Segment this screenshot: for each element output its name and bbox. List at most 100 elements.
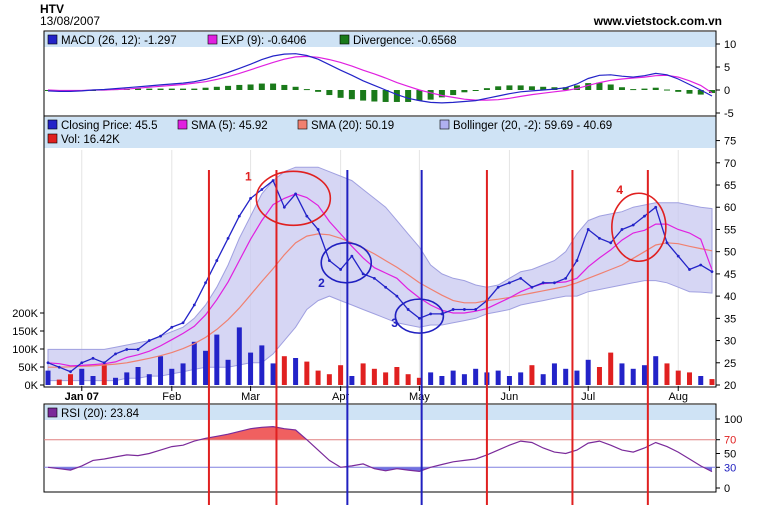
- divergence-bar: [337, 90, 344, 98]
- legend-divergence-swatch: [339, 34, 350, 45]
- volume-bar: [495, 370, 501, 385]
- divergence-bar: [213, 86, 220, 90]
- divergence-bar: [495, 86, 502, 90]
- month-label: Jul: [581, 391, 595, 403]
- volume-bar: [68, 374, 74, 385]
- divergence-bar: [416, 90, 423, 101]
- volume-bar: [473, 368, 479, 385]
- volume-bar: [371, 368, 377, 385]
- divergence-bar: [427, 90, 434, 100]
- legend-macd-label: MACD (26, 12): -1.297: [61, 35, 177, 47]
- volume-bar: [506, 376, 512, 385]
- closing-price-point: [598, 236, 601, 240]
- volume-bar: [585, 359, 591, 385]
- volume-bar: [551, 363, 557, 385]
- volume-tick-label: 100K: [12, 344, 38, 356]
- legend-sma20-swatch: [297, 119, 308, 130]
- header-site: www.vietstock.com.vn: [593, 14, 722, 28]
- divergence-bar: [675, 90, 682, 92]
- volume-bar: [439, 376, 445, 385]
- volume-bar: [394, 367, 400, 385]
- volume-bar: [180, 363, 186, 385]
- divergence-bar: [348, 90, 355, 100]
- legend-sma20-label: SMA (20): 50.19: [311, 120, 394, 132]
- closing-price-point: [316, 228, 320, 231]
- divergence-bar: [686, 90, 693, 94]
- closing-price-point: [496, 285, 500, 289]
- volume-bar: [191, 341, 197, 385]
- divergence-bar: [315, 90, 322, 92]
- divergence-bar: [360, 90, 367, 101]
- closing-price-point: [215, 259, 219, 262]
- month-label: Jun: [501, 391, 519, 403]
- volume-bar: [709, 379, 715, 385]
- divergence-bar: [382, 90, 389, 102]
- closing-price-point: [102, 361, 106, 365]
- price-ytick-label: 75: [724, 136, 736, 148]
- closing-price-point: [710, 270, 714, 274]
- divergence-bar: [202, 87, 209, 90]
- divergence-bar: [618, 87, 625, 90]
- macd-ytick-label: 5: [724, 62, 730, 74]
- closing-price-point: [609, 241, 613, 245]
- closing-price-point: [249, 196, 252, 200]
- closing-price-point: [665, 241, 669, 245]
- volume-bar: [608, 352, 614, 385]
- macd-ytick-label: -5: [724, 108, 734, 120]
- legend-rsi-swatch: [47, 407, 58, 418]
- volume-bar: [270, 363, 276, 385]
- closing-price-point: [91, 356, 95, 360]
- closing-price-point: [519, 276, 523, 280]
- price-ytick-label: 25: [724, 358, 736, 370]
- closing-price-point: [170, 325, 174, 329]
- volume-bar: [450, 370, 456, 385]
- closing-price-point: [204, 281, 207, 285]
- volume-bar: [686, 372, 692, 385]
- closing-price-point: [136, 348, 140, 351]
- volume-bar: [304, 361, 310, 385]
- volume-bar: [518, 372, 524, 385]
- volume-bar: [113, 377, 119, 385]
- volume-bar: [293, 358, 299, 385]
- month-label: Mar: [241, 391, 260, 403]
- rsi-ytick-label: 70: [724, 435, 736, 447]
- closing-price-point: [159, 334, 162, 338]
- divergence-bar: [191, 88, 198, 90]
- divergence-bar: [270, 83, 277, 90]
- volume-bar: [540, 374, 546, 385]
- divergence-bar: [292, 86, 299, 90]
- volume-bar: [79, 368, 85, 385]
- legend-rsi-label: RSI (20): 23.84: [61, 408, 140, 420]
- closing-price-point: [643, 214, 646, 218]
- legend-divergence-label: Divergence: -0.6568: [353, 35, 457, 47]
- macd-ytick-label: 0: [724, 85, 730, 97]
- closing-price-point: [530, 285, 534, 289]
- price-ytick-label: 20: [724, 380, 736, 392]
- legend-sma5-swatch: [177, 119, 188, 130]
- closing-price-point: [350, 254, 354, 258]
- divergence-bar: [607, 84, 614, 90]
- price-ytick-label: 50: [724, 247, 736, 259]
- legend-bollinger-label: Bollinger (20, -2): 59.69 - 40.69: [453, 120, 612, 132]
- closing-price-point: [46, 361, 50, 365]
- month-label: Aug: [668, 391, 688, 403]
- volume-tick-label: 200K: [12, 308, 38, 320]
- volume-bar: [641, 365, 647, 385]
- volume-bar: [56, 379, 62, 385]
- closing-price-point: [406, 308, 410, 311]
- month-label: Feb: [162, 391, 181, 403]
- closing-price-point: [541, 281, 545, 285]
- volume-bar: [405, 374, 411, 385]
- volume-bar: [315, 370, 321, 385]
- legend-volume-swatch: [47, 133, 58, 144]
- closing-price-point: [676, 254, 680, 258]
- closing-price-point: [586, 228, 590, 231]
- divergence-bar: [157, 88, 164, 90]
- annotation-number: 2: [318, 276, 325, 290]
- volume-bar: [574, 370, 580, 385]
- divergence-bar: [247, 84, 254, 90]
- closing-price-point: [372, 276, 376, 280]
- closing-price-point: [384, 285, 388, 289]
- volume-bar: [236, 327, 242, 385]
- volume-bar: [225, 359, 231, 385]
